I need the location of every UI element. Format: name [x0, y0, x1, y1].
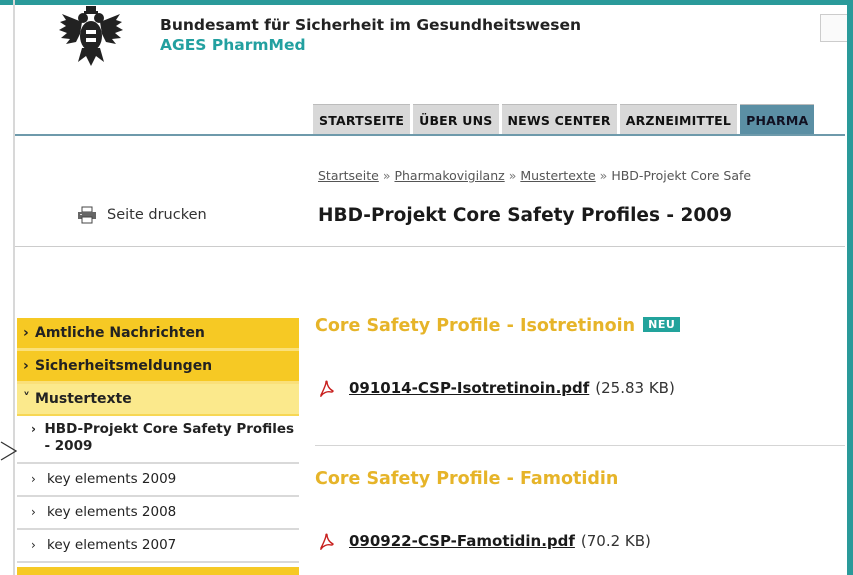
tab-arzneimittel[interactable]: ARZNEIMITTEL: [619, 104, 738, 135]
tab-news-center[interactable]: NEWS CENTER: [501, 104, 617, 135]
austrian-eagle-icon[interactable]: [58, 4, 124, 70]
sidebar-item-label: Amtliche Nachrichten: [35, 325, 205, 341]
sidebar-menu: › Amtliche Nachrichten › Sicherheitsmeldun…: [17, 318, 299, 563]
breadcrumb-separator: »: [508, 168, 517, 183]
sidebar-subitem-key-elements-2007[interactable]: › key elements 2007: [17, 530, 299, 563]
agency-subtitle: AGES PharmMed: [160, 36, 306, 54]
sidebar-item-label: Sicherheitsmeldungen: [35, 358, 213, 374]
pdf-download-link[interactable]: 090922-CSP-Famotidin.pdf: [349, 532, 575, 550]
sidebar-item-label: Mustertexte: [35, 391, 132, 407]
sidebar-menu-next-item[interactable]: [17, 567, 299, 575]
section-heading-text: Core Safety Profile - Isotretinoin: [315, 316, 636, 336]
agency-name: Bundesamt für Sicherheit im Gesundheitsw…: [160, 16, 582, 34]
window-frame-right: [847, 0, 853, 575]
sidebar-subitem-key-elements-2008[interactable]: › key elements 2008: [17, 497, 299, 530]
sidebar-subitem-label: key elements 2008: [47, 504, 177, 520]
page-title: HBD-Projekt Core Safety Profiles - 2009: [318, 205, 733, 226]
tab-startseite[interactable]: STARTSEITE: [313, 104, 411, 135]
sidebar-divider: [15, 246, 297, 247]
file-row: 090922-CSP-Famotidin.pdf (70.2 KB): [318, 532, 651, 551]
section-heading: Core Safety Profile - Isotretinoin NEU: [315, 316, 681, 336]
chevron-right-icon: ›: [23, 325, 29, 341]
sidebar-subitem-label: key elements 2007: [47, 537, 177, 553]
breadcrumb-current: HBD-Projekt Core Safe: [611, 168, 752, 183]
breadcrumb-pharmakovigilanz[interactable]: Pharmakovigilanz: [394, 168, 504, 183]
breadcrumb-mustertexte[interactable]: Mustertexte: [520, 168, 595, 183]
chevron-right-icon: ›: [31, 472, 36, 486]
page-left-border: [13, 0, 15, 575]
section-heading: Core Safety Profile - Famotidin: [315, 469, 618, 489]
new-badge: NEU: [643, 316, 681, 332]
sidebar-item-amtliche-nachrichten[interactable]: › Amtliche Nachrichten: [17, 318, 299, 351]
chevron-down-icon: ˅: [23, 391, 30, 407]
sidebar-subitem-key-elements-2009[interactable]: › key elements 2009: [17, 464, 299, 497]
main-nav: STARTSEITE ÜBER UNS NEWS CENTER ARZNEIMI…: [313, 104, 817, 135]
breadcrumb-separator: »: [382, 168, 391, 183]
tab-ueber-uns[interactable]: ÜBER UNS: [413, 104, 499, 135]
search-box-partial[interactable]: [820, 14, 847, 42]
sidebar-subitem-label: key elements 2009: [47, 471, 177, 487]
pdf-download-link[interactable]: 091014-CSP-Isotretinoin.pdf: [349, 379, 589, 397]
window-frame-top: [0, 0, 853, 5]
printer-icon: [77, 206, 97, 224]
file-row: 091014-CSP-Isotretinoin.pdf (25.83 KB): [318, 379, 675, 398]
breadcrumb: Startseite» Pharmakovigilanz» Mustertexte»…: [318, 168, 751, 183]
pdf-icon: [318, 533, 334, 551]
print-page-link[interactable]: Seite drucken: [77, 206, 207, 224]
pdf-icon: [318, 380, 334, 398]
chevron-right-icon: ›: [31, 538, 36, 552]
sidebar-item-mustertexte[interactable]: ˅ Mustertexte: [17, 384, 299, 416]
sidebar-subitem-label: HBD-Projekt Core Safety Profiles - 2009: [44, 421, 295, 454]
title-divider: [297, 246, 845, 247]
header-divider: [15, 134, 845, 136]
chevron-right-icon: ›: [31, 422, 36, 436]
chevron-right-icon: ›: [23, 358, 29, 374]
file-size: (25.83 KB): [595, 379, 675, 397]
breadcrumb-separator: »: [599, 168, 608, 183]
sidebar-subitem-hbd-projekt[interactable]: › HBD-Projekt Core Safety Profiles - 2009: [17, 416, 299, 464]
sidebar-item-sicherheitsmeldungen[interactable]: › Sicherheitsmeldungen: [17, 351, 299, 384]
chevron-right-icon: ›: [31, 505, 36, 519]
print-label: Seite drucken: [107, 207, 207, 223]
file-size: (70.2 KB): [580, 532, 651, 550]
pointer-arrow-icon: [0, 440, 18, 462]
tab-pharma[interactable]: PHARMA: [740, 104, 815, 135]
section-divider: [315, 445, 845, 446]
breadcrumb-startseite[interactable]: Startseite: [318, 168, 379, 183]
section-heading-text: Core Safety Profile - Famotidin: [315, 469, 619, 489]
